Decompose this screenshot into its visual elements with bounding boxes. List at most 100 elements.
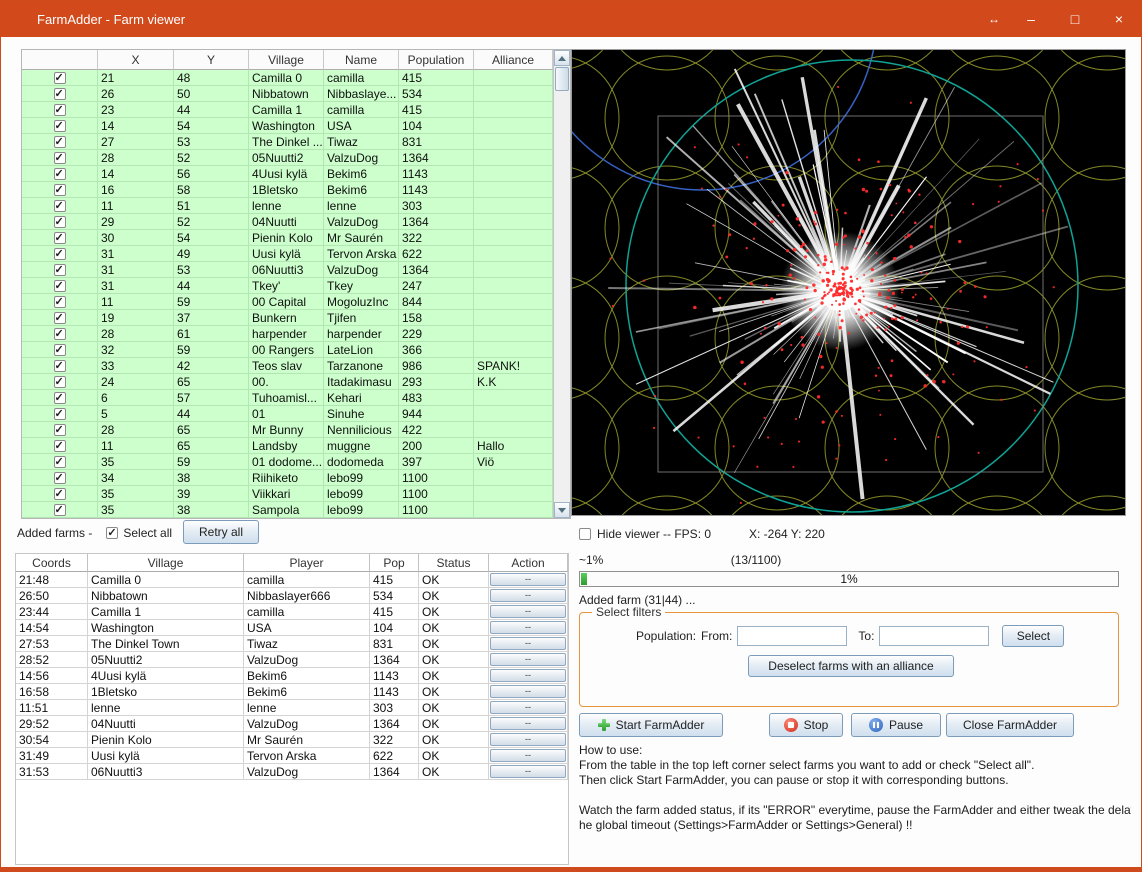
cell-y[interactable]: 56 xyxy=(174,166,249,182)
cell-village[interactable]: 06Nuutti3 xyxy=(88,764,244,780)
cell-population[interactable]: 397 xyxy=(399,454,474,470)
row-action-button[interactable]: -- xyxy=(490,637,566,650)
cell-pop[interactable]: 415 xyxy=(370,604,419,620)
cell-y[interactable]: 65 xyxy=(174,374,249,390)
cell-x[interactable]: 11 xyxy=(98,198,174,214)
table-row[interactable]: 3438Riihiketolebo991100 xyxy=(22,470,553,486)
table-row[interactable]: 2861harpenderharpender229 xyxy=(22,326,553,342)
cell-village[interactable]: Pienin Kolo xyxy=(88,732,244,748)
table-row[interactable]: 14564Uusi kyläBekim61143 xyxy=(22,166,553,182)
select-all-checkbox[interactable] xyxy=(106,527,118,539)
cell-player[interactable]: Tervon Arska xyxy=(244,748,370,764)
cell-x[interactable]: 24 xyxy=(98,374,174,390)
cell-alliance[interactable]: Hallo xyxy=(474,438,553,454)
cell-village[interactable]: Riihiketo xyxy=(249,470,324,486)
cell-name[interactable]: muggne xyxy=(324,438,399,454)
population-from-input[interactable] xyxy=(737,626,847,646)
cell-x[interactable]: 19 xyxy=(98,310,174,326)
row-checkbox[interactable] xyxy=(54,392,66,404)
table-row[interactable]: 26:50NibbatownNibbaslayer666534OK-- xyxy=(16,588,568,604)
cell-name[interactable]: ValzuDog xyxy=(324,214,399,230)
scrollbar-thumb[interactable] xyxy=(555,67,569,91)
table-row[interactable]: 11:51lennelenne303OK-- xyxy=(16,700,568,716)
cell-village[interactable]: 01 dodome... xyxy=(249,454,324,470)
row-action-button[interactable]: -- xyxy=(490,733,566,746)
row-checkbox[interactable] xyxy=(54,72,66,84)
cell-y[interactable]: 39 xyxy=(174,486,249,502)
row-checkbox[interactable] xyxy=(54,152,66,164)
row-checkbox[interactable] xyxy=(54,472,66,484)
row-checkbox[interactable] xyxy=(54,184,66,196)
row-checkbox[interactable] xyxy=(54,440,66,452)
cell-village[interactable]: Camilla 1 xyxy=(249,102,324,118)
cell-village[interactable]: Tuhoamisl... xyxy=(249,390,324,406)
cell-village[interactable]: Bunkern xyxy=(249,310,324,326)
cell-name[interactable]: Bekim6 xyxy=(324,166,399,182)
table-row[interactable]: 27:53The Dinkel TownTiwaz831OK-- xyxy=(16,636,568,652)
table-row[interactable]: 31:49Uusi kyläTervon Arska622OK-- xyxy=(16,748,568,764)
table-row[interactable]: 1151lennelenne303 xyxy=(22,198,553,214)
row-checkbox[interactable] xyxy=(54,120,66,132)
row-action-button[interactable]: -- xyxy=(490,765,566,778)
scroll-down-button[interactable] xyxy=(554,502,570,518)
cell-name[interactable]: LateLion xyxy=(324,342,399,358)
select-button[interactable]: Select xyxy=(1002,625,1064,647)
cell-name[interactable]: Itadakimasu xyxy=(324,374,399,390)
cell-y[interactable]: 65 xyxy=(174,438,249,454)
maximize-button[interactable]: □ xyxy=(1053,1,1097,37)
cell-player[interactable]: ValzuDog xyxy=(244,764,370,780)
cell-alliance[interactable]: K.K xyxy=(474,374,553,390)
table-row[interactable]: 657Tuhoamisl...Kehari483 xyxy=(22,390,553,406)
cell-x[interactable]: 31 xyxy=(98,278,174,294)
cell-population[interactable]: 1143 xyxy=(399,182,474,198)
row-action-button[interactable]: -- xyxy=(490,717,566,730)
cell-status[interactable]: OK xyxy=(419,732,489,748)
cell-name[interactable]: Sinuhe xyxy=(324,406,399,422)
row-checkbox[interactable] xyxy=(54,136,66,148)
table-row[interactable]: 115900 CapitalMogoluzInc844 xyxy=(22,294,553,310)
cell-population[interactable]: 415 xyxy=(399,102,474,118)
row-checkbox[interactable] xyxy=(54,200,66,212)
cell-x[interactable]: 14 xyxy=(98,166,174,182)
cell-alliance[interactable] xyxy=(474,310,553,326)
row-checkbox[interactable] xyxy=(54,408,66,420)
table-row[interactable]: 31:5306Nuutti3ValzuDog1364OK-- xyxy=(16,764,568,780)
cell-player[interactable]: Nibbaslayer666 xyxy=(244,588,370,604)
cell-x[interactable]: 31 xyxy=(98,262,174,278)
cell-pop[interactable]: 1143 xyxy=(370,668,419,684)
cell-y[interactable]: 54 xyxy=(174,230,249,246)
cell-village[interactable]: lenne xyxy=(88,700,244,716)
cell-village[interactable]: Nibbatown xyxy=(88,588,244,604)
cell-x[interactable]: 28 xyxy=(98,326,174,342)
row-checkbox[interactable] xyxy=(54,232,66,244)
cell-y[interactable]: 65 xyxy=(174,422,249,438)
cell-player[interactable]: Bekim6 xyxy=(244,684,370,700)
cell-alliance[interactable] xyxy=(474,118,553,134)
cell-village[interactable]: Nibbatown xyxy=(249,86,324,102)
row-checkbox[interactable] xyxy=(54,456,66,468)
close-farmadder-button[interactable]: Close FarmAdder xyxy=(946,713,1074,737)
cell-population[interactable]: 104 xyxy=(399,118,474,134)
cell-y[interactable]: 57 xyxy=(174,390,249,406)
cell-village[interactable]: Tkey' xyxy=(249,278,324,294)
cell-x[interactable]: 11 xyxy=(98,438,174,454)
cell-coords[interactable]: 27:53 xyxy=(16,636,88,652)
cell-name[interactable]: Tiwaz xyxy=(324,134,399,150)
cell-status[interactable]: OK xyxy=(419,684,489,700)
cell-player[interactable]: ValzuDog xyxy=(244,716,370,732)
cell-population[interactable]: 844 xyxy=(399,294,474,310)
cell-x[interactable]: 26 xyxy=(98,86,174,102)
table-row[interactable]: 285205Nuutti2ValzuDog1364 xyxy=(22,150,553,166)
cell-status[interactable]: OK xyxy=(419,588,489,604)
cell-y[interactable]: 50 xyxy=(174,86,249,102)
cell-village[interactable]: Washington xyxy=(249,118,324,134)
cell-name[interactable]: Tjifen xyxy=(324,310,399,326)
cell-village[interactable]: 05Nuutti2 xyxy=(88,652,244,668)
cell-player[interactable]: camilla xyxy=(244,572,370,588)
cell-alliance[interactable] xyxy=(474,470,553,486)
cell-alliance[interactable] xyxy=(474,182,553,198)
cell-x[interactable]: 34 xyxy=(98,470,174,486)
cell-pop[interactable]: 534 xyxy=(370,588,419,604)
cell-pop[interactable]: 322 xyxy=(370,732,419,748)
table-row[interactable]: 14:54WashingtonUSA104OK-- xyxy=(16,620,568,636)
